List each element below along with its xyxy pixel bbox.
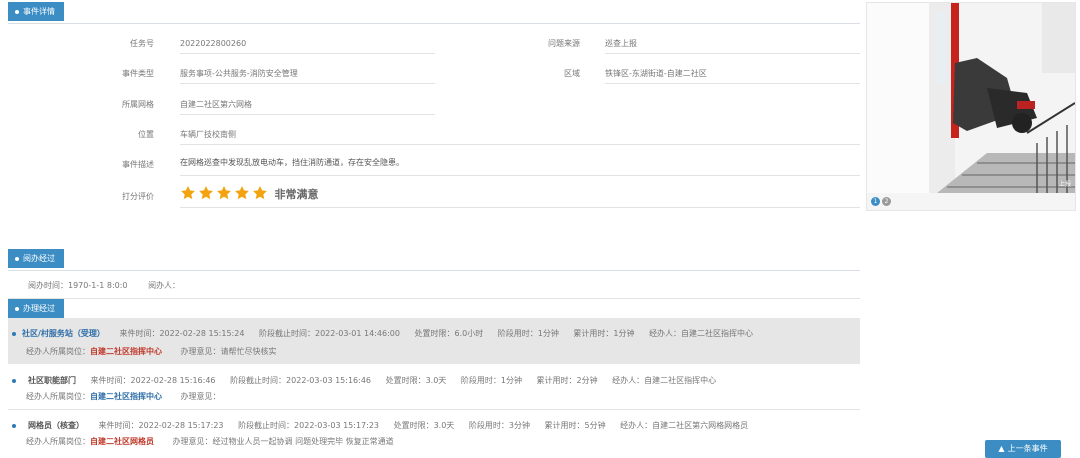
section-title: 事件详情 [23, 7, 55, 16]
star-icon [253, 186, 267, 200]
prev-event-button[interactable]: ▲ 上一条事件 [985, 440, 1061, 458]
process-step-main-row: 社区/村服务站（受理） 来件时间：2022-02-28 15:15:24 阶段截… [12, 328, 765, 339]
step-arrive-time: 来件时间：2022-02-28 15:17:23 [98, 421, 224, 430]
step-stage-used: 阶段用时：3分钟 [468, 421, 530, 430]
step-dept-label: 经办人所属岗位： [26, 347, 90, 356]
photo-pager: 12 [871, 196, 893, 206]
step-name: 社区/村服务站（受理） [22, 329, 105, 338]
step-handler: 经办人：自建二社区指挥中心 [649, 329, 754, 338]
step-name: 网格员（核查） [28, 421, 84, 430]
step-bullet-icon [12, 378, 16, 383]
step-arrive-time: 来件时间：2022-02-28 15:16:46 [90, 376, 216, 385]
prev-event-label: 上一条事件 [1007, 444, 1048, 453]
label-location: 位置 [138, 130, 154, 139]
step-handler: 经办人：自建二社区第六网格网格员 [620, 421, 749, 430]
step-opinion: 办理意见： [180, 392, 221, 401]
value-grid: 自建二社区第六网格 [180, 98, 435, 115]
step-opinion: 办理意见：经过物业人员一起协调 问题处理完毕 恢复正常通道 [172, 437, 394, 446]
bullet-icon [15, 306, 19, 311]
section-header-event: 事件详情 [8, 1, 860, 24]
process-step-sub-row: 经办人所属岗位：自建二社区指挥中心 办理意见：请帮忙尽快核实 [26, 346, 277, 357]
label-task-no: 任务号 [130, 39, 154, 48]
step-time-limit: 处置时限：6.0小时 [414, 329, 484, 338]
photo-page-2[interactable]: 2 [882, 197, 891, 206]
step-total-used: 累计用时：2分钟 [536, 376, 598, 385]
step-deadline: 阶段截止时间：2022-03-03 15:16:46 [230, 376, 372, 385]
bullet-icon [15, 9, 19, 14]
rating-stars [180, 186, 270, 203]
rating-display: 非常满意 [180, 185, 860, 208]
step-dept: 自建二社区指挥中心 [90, 392, 162, 401]
section-title: 阅办经过 [23, 254, 55, 263]
section-tab-process: 办理经过 [8, 299, 64, 318]
rating-text: 非常满意 [274, 188, 319, 201]
label-source: 问题来源 [548, 39, 580, 48]
step-total-used: 累计用时：5分钟 [544, 421, 606, 430]
step-dept: 自建二社区指挥中心 [90, 347, 162, 356]
step-handler: 经办人：自建二社区指挥中心 [612, 376, 717, 385]
arrow-up-icon: ▲ [998, 444, 1005, 453]
step-dept-label: 经办人所属岗位： [26, 437, 90, 446]
step-dept-label: 经办人所属岗位： [26, 392, 90, 401]
step-dept: 自建二社区网格员 [90, 437, 154, 446]
value-event-type: 服务事项-公共服务-消防安全管理 [180, 67, 435, 84]
step-deadline: 阶段截止时间：2022-03-03 15:17:23 [238, 421, 380, 430]
label-rating: 打分评价 [122, 192, 154, 201]
photo-corner-label: 上报 [1058, 181, 1071, 188]
label-description: 事件描述 [122, 160, 154, 169]
step-name: 社区职能部门 [28, 376, 76, 385]
section-header-read: 阅办经过 [8, 248, 860, 271]
star-icon [235, 186, 249, 200]
process-step: 社区职能部门 来件时间：2022-02-28 15:16:46 阶段截止时间：2… [8, 364, 860, 410]
step-bullet-icon [12, 423, 16, 428]
value-source: 巡查上报 [605, 37, 860, 54]
section-header-process: 办理经过 [8, 298, 860, 320]
photo-page-1[interactable]: 1 [871, 197, 880, 206]
step-deadline: 阶段截止时间：2022-03-01 14:46:00 [258, 329, 400, 338]
section-tab-read: 阅办经过 [8, 249, 64, 268]
label-area: 区域 [564, 69, 580, 78]
step-opinion: 办理意见：请帮忙尽快核实 [180, 347, 277, 356]
star-icon [199, 186, 213, 200]
event-photo[interactable]: 上报 [866, 2, 1076, 211]
step-time-limit: 处置时限：3.0天 [385, 376, 447, 385]
step-time-limit: 处置时限：3.0天 [393, 421, 455, 430]
value-area: 铁锋区-东湖街道-自建二社区 [605, 67, 860, 84]
star-icon [217, 186, 231, 200]
star-icon [181, 186, 195, 200]
step-arrive-time: 来件时间：2022-02-28 15:15:24 [119, 329, 245, 338]
read-info: 阅办时间：1970-1-1 8:0:0 阅办人： [28, 280, 180, 291]
label-grid: 所属网格 [122, 100, 154, 109]
section-tab-event: 事件详情 [8, 2, 64, 21]
process-step-main-row: 网格员（核查） 来件时间：2022-02-28 15:17:23 阶段截止时间：… [12, 420, 760, 431]
process-step-main-row: 社区职能部门 来件时间：2022-02-28 15:16:46 阶段截止时间：2… [12, 375, 728, 386]
label-event-type: 事件类型 [122, 69, 154, 78]
process-step: 社区/村服务站（受理） 来件时间：2022-02-28 15:15:24 阶段截… [8, 318, 860, 364]
process-step-sub-row: 经办人所属岗位：自建二社区指挥中心 办理意见： [26, 391, 221, 402]
step-stage-used: 阶段用时：1分钟 [497, 329, 559, 338]
step-bullet-icon [12, 331, 16, 336]
section-title: 办理经过 [23, 304, 55, 313]
process-step-sub-row: 经办人所属岗位：自建二社区网格员 办理意见：经过物业人员一起协调 问题处理完毕 … [26, 436, 394, 447]
reader-label: 阅办人： [148, 281, 181, 290]
process-step: 网格员（核查） 来件时间：2022-02-28 15:17:23 阶段截止时间：… [8, 410, 860, 456]
read-time-label: 阅办时间： [28, 281, 68, 290]
bullet-icon [15, 256, 19, 261]
step-stage-used: 阶段用时：1分钟 [460, 376, 522, 385]
read-time-value: 1970-1-1 8:0:0 [68, 281, 128, 290]
value-description: 在网格巡查中发现乱放电动车，挡住消防通道，存在安全隐患。 [180, 156, 860, 176]
value-location: 车辆厂技校南侧 [180, 128, 860, 145]
stairwell-photo-image [867, 3, 1076, 210]
value-task-no: 2022022800260 [180, 37, 435, 54]
step-total-used: 累计用时：1分钟 [573, 329, 635, 338]
